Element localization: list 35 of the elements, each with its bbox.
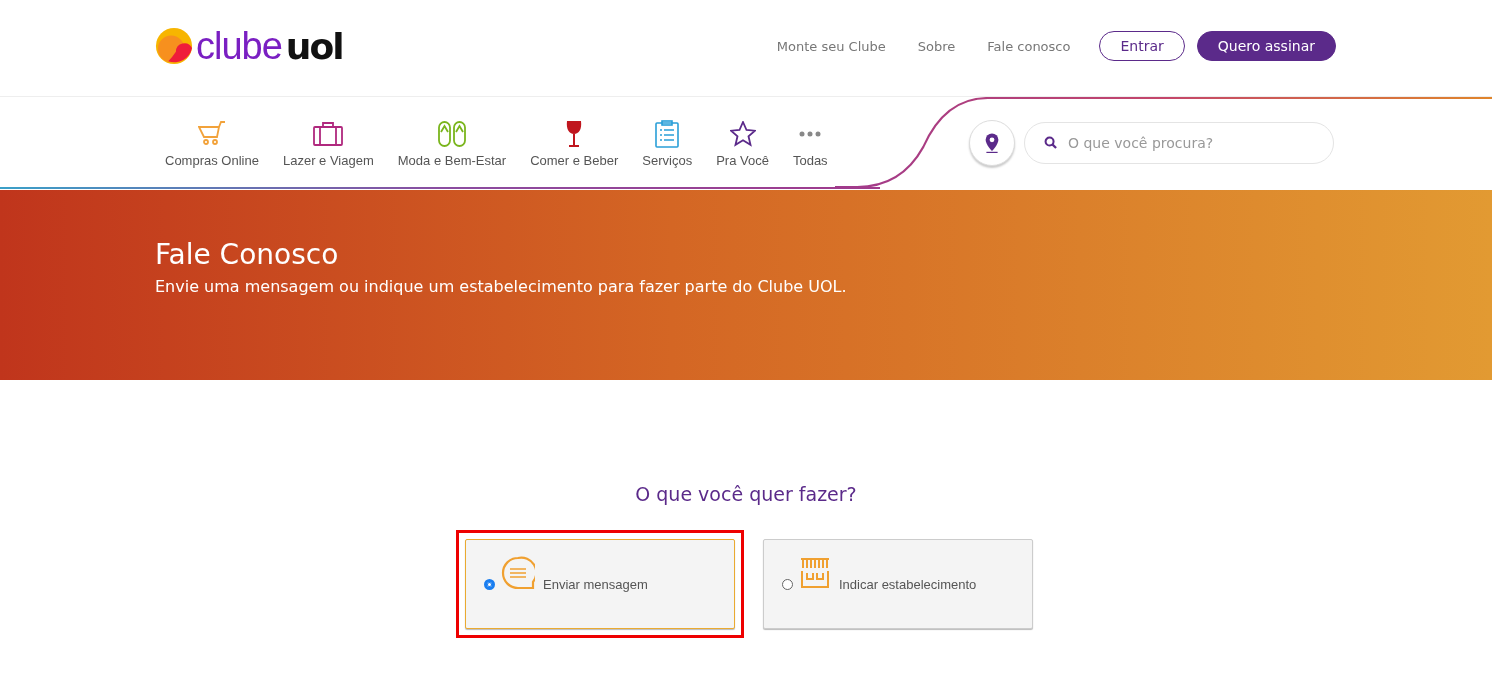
option-label: Enviar mensagem <box>543 576 648 592</box>
cart-icon <box>197 120 226 147</box>
map-pin-icon <box>984 132 1000 154</box>
more-icon <box>798 129 823 138</box>
nav-link[interactable]: Fale conosco <box>987 38 1071 54</box>
category-link[interactable]: Lazer e Viagem <box>282 118 374 168</box>
logo-text[interactable]: clube <box>196 24 282 68</box>
speech-bubble-icon <box>501 556 535 590</box>
subscribe-button[interactable]: Quero assinar <box>1196 31 1336 61</box>
category-link[interactable]: Serviços <box>642 118 693 168</box>
search-field[interactable]: O que você procura? <box>1024 122 1334 164</box>
banner-title: Fale Conosco <box>155 238 340 271</box>
option-card[interactable]: Indicar estabelecimento <box>763 539 1033 629</box>
location-button[interactable] <box>969 120 1015 166</box>
radio-button[interactable] <box>782 578 793 590</box>
radio-button[interactable] <box>484 578 495 590</box>
login-button[interactable]: Entrar <box>1099 31 1185 61</box>
star-icon <box>729 120 756 147</box>
category-link[interactable]: Todas <box>792 118 828 168</box>
logo-text[interactable]: uol <box>285 25 343 67</box>
category-link[interactable]: Comer e Beber <box>530 118 619 168</box>
question-heading: O que você quer fazer? <box>635 483 857 505</box>
logo-icon <box>155 27 193 65</box>
option-card[interactable]: Enviar mensagem <box>465 539 735 629</box>
category-link[interactable]: Moda e Bem-Estar <box>397 118 507 168</box>
category-link[interactable]: Pra Você <box>716 118 769 168</box>
option-label: Indicar estabelecimento <box>839 576 977 592</box>
category-link[interactable]: Compras Online <box>165 118 259 168</box>
clipboard-icon <box>655 119 680 148</box>
flip-flops-icon <box>436 120 467 147</box>
banner-subtitle: Envie uma mensagem ou indique um estabelecimento para fazer parte do Clube UOL. <box>155 277 848 296</box>
nav-link[interactable]: Sobre <box>917 38 956 54</box>
nav-link[interactable]: Monte seu Clube <box>776 38 886 54</box>
suitcase-icon <box>313 120 344 147</box>
storefront-icon <box>799 557 831 589</box>
